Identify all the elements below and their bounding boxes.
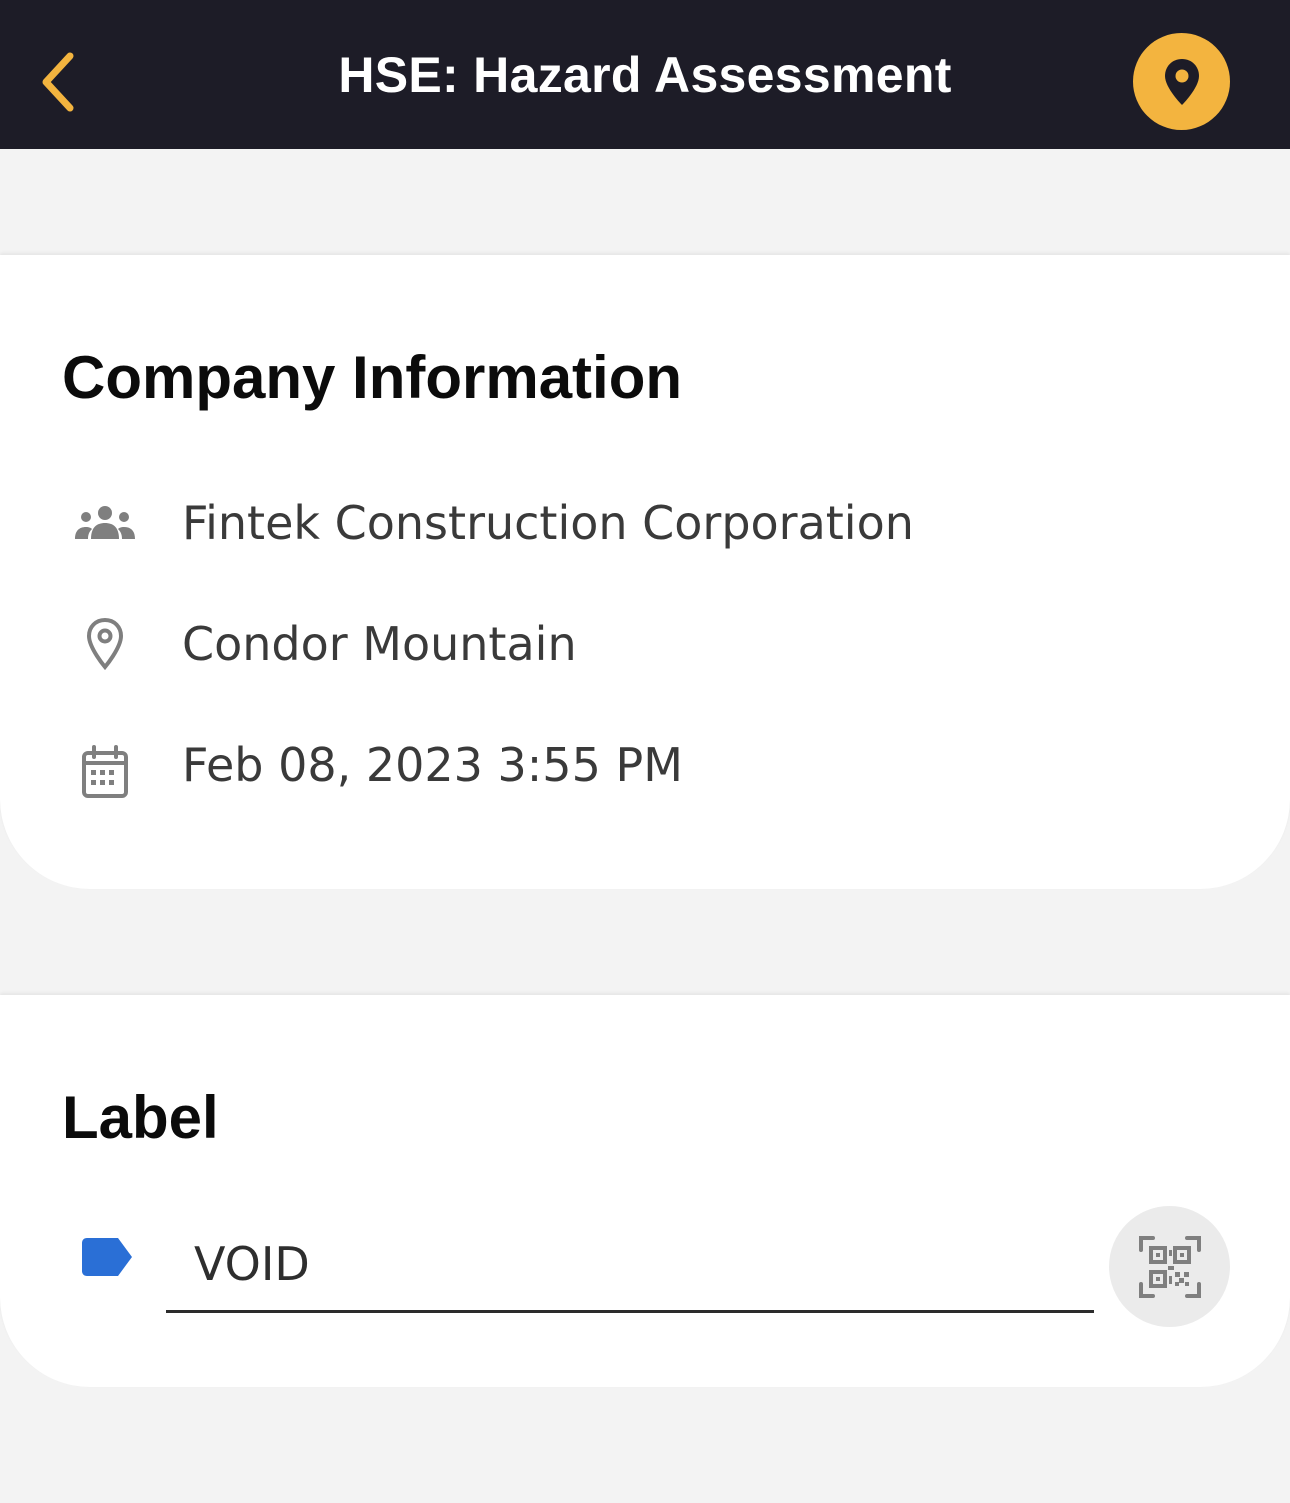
group-icon [70,493,140,553]
label-card: Label [0,995,1290,1387]
company-information-card: Company Information Fintek Construction … [0,255,1290,889]
app-header: HSE: Hazard Assessment [0,0,1290,149]
company-name: Fintek Construction Corporation [182,496,914,550]
scan-qr-button[interactable] [1109,1206,1230,1327]
label-input[interactable] [166,1217,1094,1313]
location-row: Condor Mountain [0,599,1290,689]
page-title: HSE: Hazard Assessment [338,46,952,103]
location-pin-icon [70,614,140,674]
assessment-datetime: Feb 08, 2023 3:55 PM [182,738,683,792]
company-information-title: Company Information [62,344,683,411]
calendar-icon [70,742,140,802]
location-button[interactable] [1133,33,1230,130]
label-title: Label [62,1084,219,1151]
location-name: Condor Mountain [182,617,577,671]
qr-code-icon [1138,1235,1201,1298]
datetime-row: Feb 08, 2023 3:55 PM [0,720,1290,810]
chevron-left-icon [42,52,74,112]
tag-icon [82,1238,132,1276]
back-button[interactable] [28,42,88,122]
company-row: Fintek Construction Corporation [0,478,1290,568]
map-pin-icon [1164,58,1199,105]
